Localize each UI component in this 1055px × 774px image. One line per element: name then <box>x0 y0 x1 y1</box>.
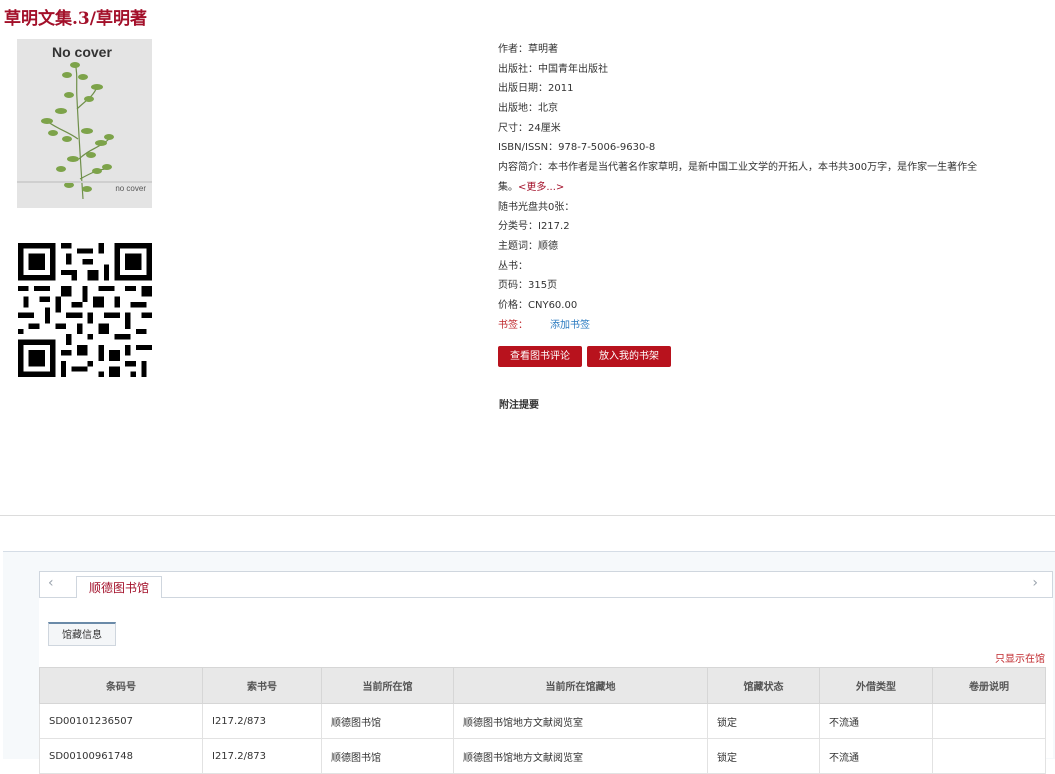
cell-barcode: SD00101236507 <box>39 703 203 739</box>
cell-volume-note <box>932 738 1046 774</box>
publish-date: 出版日期：2011 <box>498 83 574 95</box>
col-call-number: 索书号 <box>202 667 322 704</box>
bookmark-label: 书签： <box>498 319 528 331</box>
author: 作者：草明著 <box>498 44 558 55</box>
cell-status: 锁定 <box>707 738 820 774</box>
tab-library[interactable]: 顺德图书馆 <box>76 576 163 599</box>
library-tab-bar: ‹ › <box>39 571 1053 598</box>
cell-status: 锁定 <box>707 703 820 739</box>
series: 丛书： <box>498 260 528 272</box>
cell-current-library: 顺德图书馆 <box>321 738 454 774</box>
bookmark-row: 书签： 添加书签 <box>498 316 988 336</box>
col-current-library: 当前所在馆 <box>321 667 454 704</box>
more-link[interactable]: <更多...> <box>518 182 564 193</box>
isbn: ISBN/ISSN：978-7-5006-9630-8 <box>498 142 656 154</box>
view-reviews-button[interactable]: 查看图书评论 <box>498 346 582 367</box>
page-count: 页码：315页 <box>498 280 558 292</box>
cell-barcode: SD00100961748 <box>39 738 203 774</box>
section-divider <box>0 515 1055 516</box>
book-info: 作者：草明著 出版社：中国青年出版社 出版日期：2011 出版地：北京 尺寸：2… <box>498 40 988 335</box>
col-status: 馆藏状态 <box>707 667 820 704</box>
chevron-right-icon[interactable]: › <box>1032 575 1038 591</box>
table-row: SD00101236507 I217.2/873 顺德图书馆 顺德图书馆地方文献… <box>39 703 1046 739</box>
cover-text-small: no cover <box>115 184 146 193</box>
cover-divider <box>17 181 152 183</box>
only-show-in-library-link[interactable]: 只显示在馆 <box>995 650 1045 665</box>
book-cover-image: No cover no cover <box>17 39 152 208</box>
col-barcode: 条码号 <box>39 667 203 704</box>
col-loan-type: 外借类型 <box>819 667 933 704</box>
cell-volume-note <box>932 703 1046 739</box>
col-volume-note: 卷册说明 <box>932 667 1046 704</box>
cell-loan-type: 不流通 <box>819 703 933 739</box>
publish-place: 出版地：北京 <box>498 103 558 115</box>
summary-text: 内容简介：本书作者是当代著名作家草明，是新中国工业文学的开拓人，本书共300万字… <box>498 162 978 193</box>
add-to-shelf-button[interactable]: 放入我的书架 <box>587 346 671 367</box>
cell-current-library: 顺德图书馆 <box>321 703 454 739</box>
add-bookmark-link[interactable]: 添加书签 <box>550 320 590 331</box>
col-current-location: 当前所在馆藏地 <box>453 667 708 704</box>
qr-code-icon <box>18 243 152 377</box>
cell-call-number: I217.2/873 <box>202 703 322 739</box>
notes-heading: 附注提要 <box>499 400 539 411</box>
book-title: 草明文集.3/草明著 <box>4 9 147 29</box>
table-row: SD00100961748 I217.2/873 顺德图书馆 顺德图书馆地方文献… <box>39 738 1046 774</box>
cell-loan-type: 不流通 <box>819 738 933 774</box>
action-buttons: 查看图书评论 放入我的书架 <box>498 344 676 367</box>
summary-row: 内容简介：本书作者是当代著名作家草明，是新中国工业文学的开拓人，本书共300万字… <box>498 158 988 197</box>
table-header-row: 条码号 索书号 当前所在馆 当前所在馆藏地 馆藏状态 外借类型 卷册说明 <box>39 667 1046 704</box>
cell-call-number: I217.2/873 <box>202 738 322 774</box>
book-size: 尺寸：24厘米 <box>498 122 561 134</box>
publisher: 出版社：中国青年出版社 <box>498 63 608 75</box>
tab-holdings-info[interactable]: 馆藏信息 <box>48 622 116 646</box>
class-number: 分类号：I217.2 <box>498 221 570 233</box>
cd-count: 随书光盘共0张： <box>498 201 575 213</box>
price: 价格：CNY60.00 <box>498 299 578 311</box>
subject-terms: 主题词：顺德 <box>498 240 558 252</box>
cell-current-location: 顺德图书馆地方文献阅览室 <box>453 738 708 774</box>
cell-current-location: 顺德图书馆地方文献阅览室 <box>453 703 708 739</box>
chevron-left-icon[interactable]: ‹ <box>48 575 54 591</box>
